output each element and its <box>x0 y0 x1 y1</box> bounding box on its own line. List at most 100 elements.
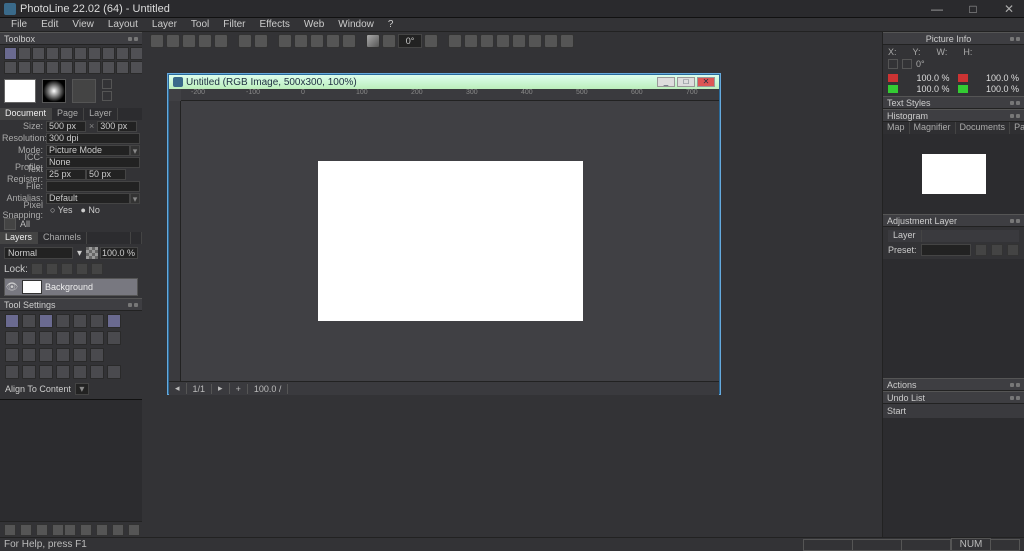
doc-minimize-button[interactable]: _ <box>657 77 675 87</box>
menu-tool[interactable]: Tool <box>184 19 216 30</box>
lbt-icon2[interactable] <box>20 524 32 536</box>
tool-heal-icon[interactable] <box>18 61 31 74</box>
preset-add-icon[interactable] <box>991 244 1003 256</box>
ts-space7-icon[interactable] <box>107 365 121 379</box>
toolbar-undo-icon[interactable] <box>238 34 252 48</box>
ts-dist4-icon[interactable] <box>56 348 70 362</box>
tool-lasso-icon[interactable] <box>32 47 45 60</box>
toolbar-target-icon[interactable] <box>424 34 438 48</box>
tool-wand-icon[interactable] <box>46 47 59 60</box>
toolbar-open-icon[interactable] <box>166 34 180 48</box>
browser-home-icon[interactable] <box>4 218 16 230</box>
navigator-preview[interactable] <box>883 134 1024 214</box>
preset-dropdown[interactable] <box>921 244 971 256</box>
ts-mode7-icon[interactable] <box>107 314 121 328</box>
canvas[interactable] <box>318 161 583 321</box>
ts-align1-icon[interactable] <box>5 331 19 345</box>
menu-web[interactable]: Web <box>297 19 331 30</box>
tab-channels[interactable]: Channels <box>38 232 87 244</box>
toolbar-fx6-icon[interactable] <box>528 34 542 48</box>
register-y-field[interactable]: 50 px <box>86 169 126 180</box>
opacity-field[interactable]: 100.0 % <box>100 247 138 259</box>
ts-mode6-icon[interactable] <box>90 314 104 328</box>
tool-gradient-icon[interactable] <box>74 61 87 74</box>
register-x-field[interactable]: 25 px <box>46 169 86 180</box>
ts-mode4-icon[interactable] <box>56 314 70 328</box>
actions-title[interactable]: Actions <box>883 378 1024 391</box>
histogram-title[interactable]: Histogram <box>883 109 1024 122</box>
ts-space4-icon[interactable] <box>56 365 70 379</box>
tool-move-icon[interactable] <box>4 47 17 60</box>
toolbar-browse-icon[interactable] <box>214 34 228 48</box>
lbt-icon4[interactable] <box>52 524 64 536</box>
ts-space1-icon[interactable] <box>5 365 19 379</box>
toolbar-copy-icon[interactable] <box>294 34 308 48</box>
tool-fill-icon[interactable] <box>130 47 142 60</box>
doc-maximize-button[interactable]: □ <box>677 77 695 87</box>
minimize-button[interactable]: — <box>926 2 948 16</box>
tab-page[interactable]: Page <box>52 108 84 120</box>
lock-pixels-icon[interactable] <box>31 263 43 275</box>
horizontal-ruler[interactable]: -200 -100 0 100 200 300 400 500 600 700 <box>181 89 719 101</box>
toolbar-fx5-icon[interactable] <box>512 34 526 48</box>
tool-brush-icon[interactable] <box>102 47 115 60</box>
doc-page-indicator[interactable]: 1/1 <box>187 384 213 394</box>
toolbar-fx2-icon[interactable] <box>464 34 478 48</box>
layer-name[interactable]: Background <box>45 282 93 292</box>
ts-align7-icon[interactable] <box>107 331 121 345</box>
ts-align2-icon[interactable] <box>22 331 36 345</box>
tool-line-icon[interactable] <box>102 61 115 74</box>
doc-close-button[interactable]: ✕ <box>697 77 715 87</box>
ts-space5-icon[interactable] <box>73 365 87 379</box>
ts-dist2-icon[interactable] <box>22 348 36 362</box>
canvas-viewport[interactable] <box>181 101 719 381</box>
ts-mode5-icon[interactable] <box>73 314 87 328</box>
ts-align3-icon[interactable] <box>39 331 53 345</box>
toolbar-flip-icon[interactable] <box>342 34 356 48</box>
menu-view[interactable]: View <box>65 19 101 30</box>
tab-map[interactable]: Map <box>883 122 910 134</box>
tab-layer[interactable]: Layer <box>84 108 118 120</box>
antialias-dropdown[interactable]: Default <box>46 193 130 204</box>
snap-no-radio[interactable]: No <box>80 205 99 215</box>
ts-mode1-icon[interactable] <box>5 314 19 328</box>
toolbar-print-icon[interactable] <box>198 34 212 48</box>
tool-shape-icon[interactable] <box>88 61 101 74</box>
width-field[interactable]: 500 px <box>46 121 86 132</box>
ts-align6-icon[interactable] <box>90 331 104 345</box>
doc-prev-page-button[interactable]: ◂ <box>169 383 187 394</box>
tool-pen-icon[interactable] <box>88 47 101 60</box>
preset-apply-icon[interactable] <box>975 244 987 256</box>
blend-chevron-icon[interactable]: ▾ <box>77 248 82 259</box>
doc-zoom-field[interactable]: 100.0 / <box>248 384 289 394</box>
toolbar-fx1-icon[interactable] <box>448 34 462 48</box>
default-colors-icon[interactable] <box>102 91 112 101</box>
lock-position-icon[interactable] <box>46 263 58 275</box>
swap-colors-icon[interactable] <box>102 79 112 89</box>
menu-file[interactable]: File <box>4 19 34 30</box>
toolbar-paste-icon[interactable] <box>310 34 324 48</box>
lock-extra-icon[interactable] <box>91 263 103 275</box>
toolbar-fx8-icon[interactable] <box>560 34 574 48</box>
tab-document[interactable]: Document <box>0 108 52 120</box>
ts-align5-icon[interactable] <box>73 331 87 345</box>
maximize-button[interactable]: □ <box>962 2 984 16</box>
undo-list-title[interactable]: Undo List <box>883 391 1024 404</box>
toolbar-gradient-icon[interactable] <box>366 34 380 48</box>
tool-dodge-icon[interactable] <box>60 61 73 74</box>
lock-alpha-icon[interactable] <box>76 263 88 275</box>
toolbar-angle-field[interactable]: 0° <box>398 34 422 48</box>
ts-space3-icon[interactable] <box>39 365 53 379</box>
resolution-field[interactable]: 300 dpi <box>46 133 140 144</box>
document-titlebar[interactable]: Untitled (RGB Image, 500x300, 100%) _ □ … <box>169 75 719 89</box>
close-button[interactable]: ✕ <box>998 2 1020 16</box>
mode-dropdown[interactable]: Picture Mode <box>46 145 130 156</box>
ts-mode3-icon[interactable] <box>39 314 53 328</box>
tool-text-icon[interactable] <box>74 47 87 60</box>
align-to-chevron-icon[interactable]: ▾ <box>75 383 89 395</box>
menu-help[interactable]: ? <box>381 19 401 30</box>
toolbar-cut-icon[interactable] <box>278 34 292 48</box>
adj-layer-tab[interactable]: Layer <box>888 230 922 242</box>
ts-dist5-icon[interactable] <box>73 348 87 362</box>
menu-edit[interactable]: Edit <box>34 19 65 30</box>
